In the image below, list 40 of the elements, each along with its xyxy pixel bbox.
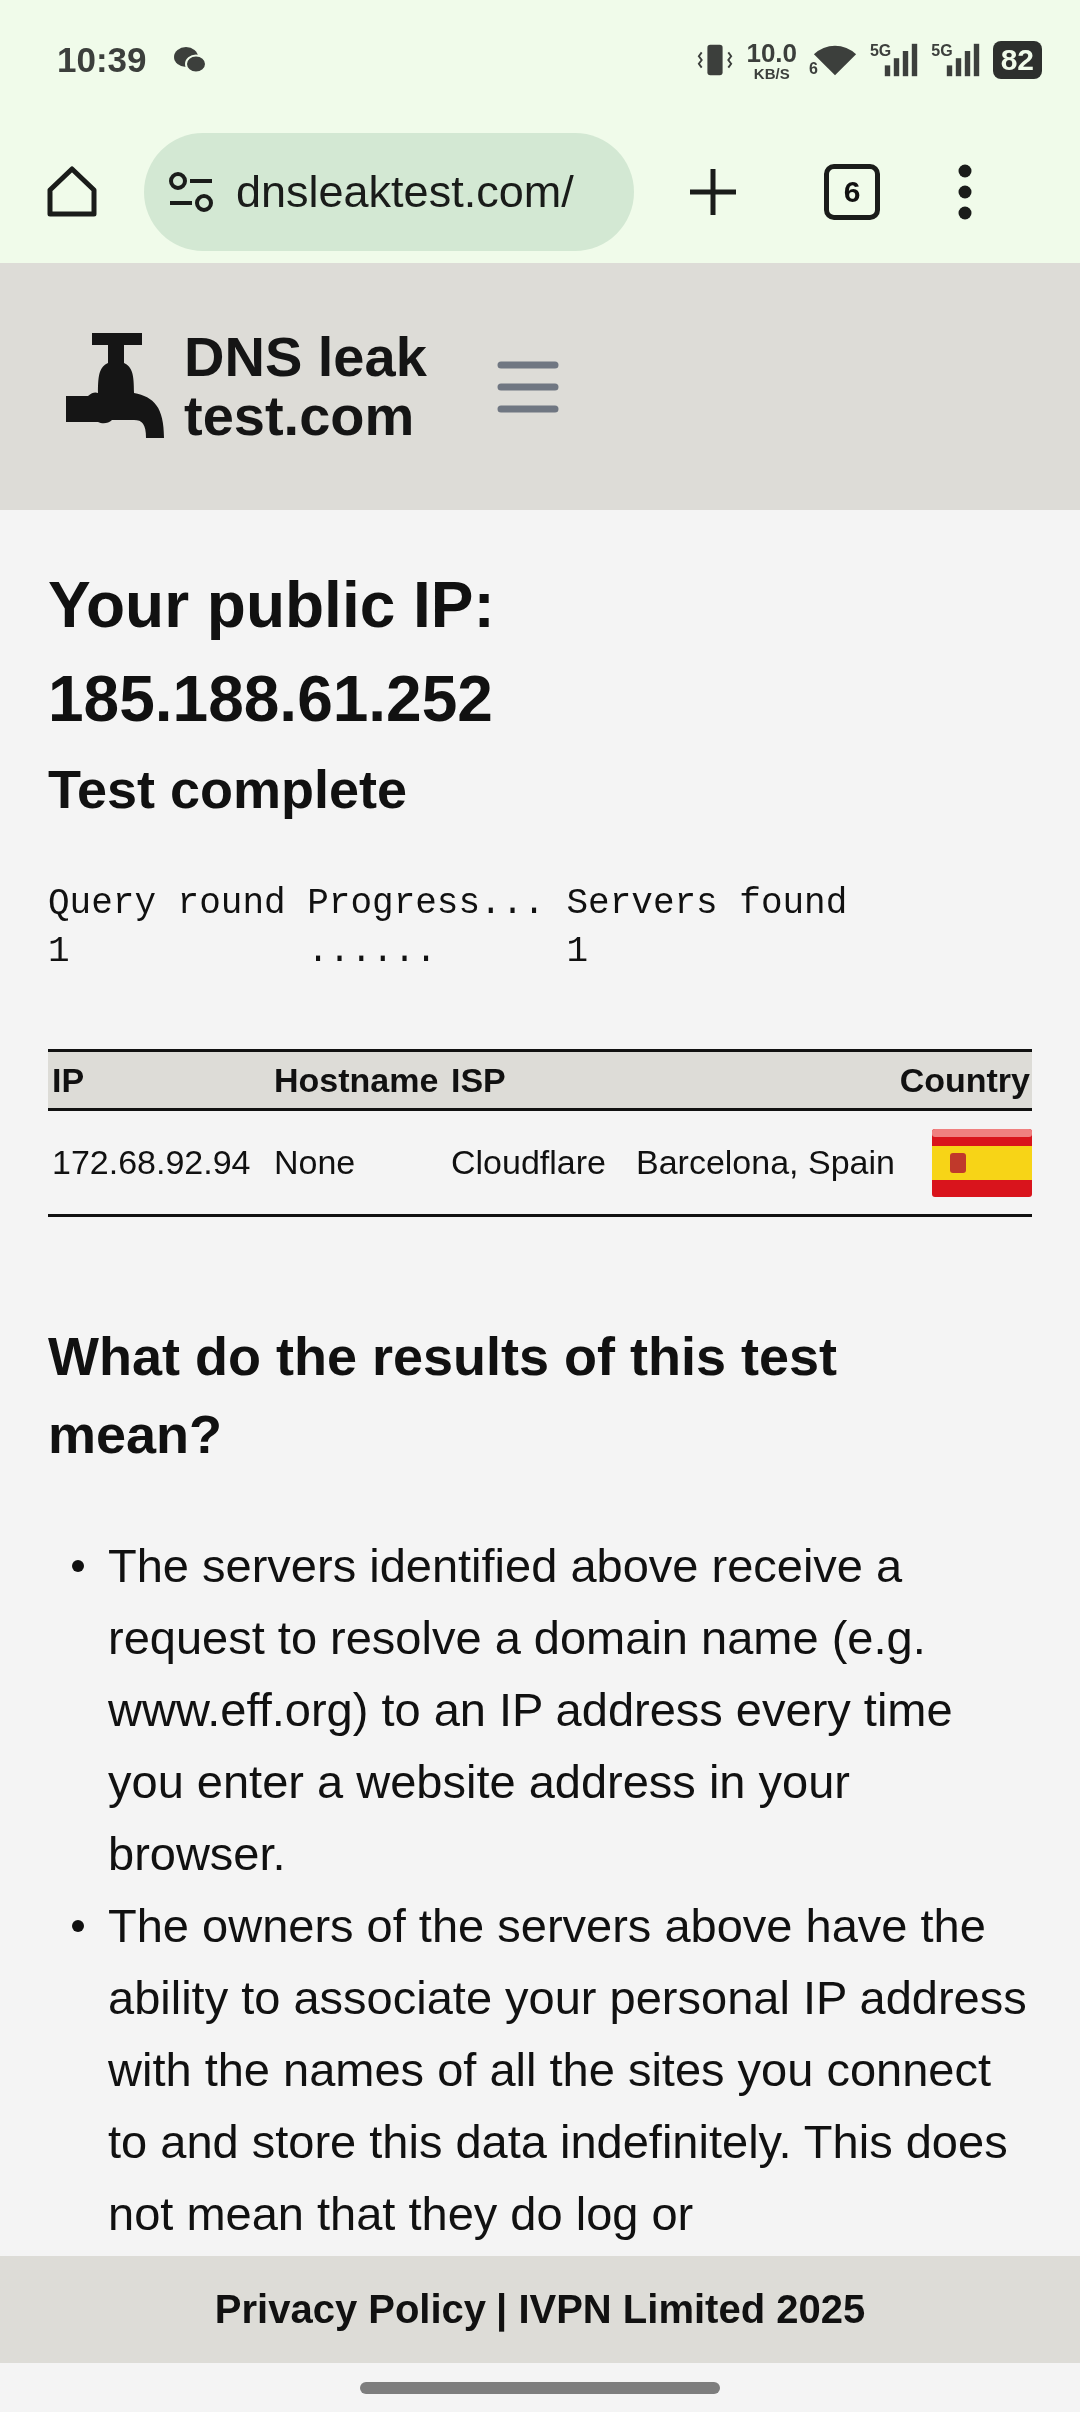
column-header: Hostname [273, 1060, 440, 1100]
logo-text[interactable]: DNS leak [184, 327, 427, 387]
bullet-icon [72, 1920, 84, 1932]
address-bar[interactable]: dnsleaktest.com/ [144, 132, 634, 251]
chat-icon [172, 45, 207, 75]
query-column-label: Progress... [307, 882, 546, 926]
query-value: 1 [48, 930, 71, 974]
column-header: Country [898, 1060, 1031, 1100]
bullet-text: The servers identified above receive a request to resolve a domain name (e.g. www.eff.org) to an IP address every time you enter a website address in your browser. [108, 1538, 954, 1882]
tab-count-button[interactable]: 6 [824, 163, 880, 220]
table-cell-text: None [273, 1143, 357, 1182]
battery-level: 82 [992, 41, 1042, 79]
public-ip-heading: Your public IP: 185.188.61.252 [48, 568, 496, 737]
column-header: IP [51, 1060, 86, 1100]
bullet-text: The owners of the servers above have the ability to associate your personal IP address with the names of all the sites you connect to and store this data indefinitely. This does not mean that they do log or [108, 1898, 1028, 2242]
table-cell-text: 172.68.92.94 [51, 1143, 252, 1182]
menu-icon[interactable] [496, 360, 559, 413]
home-indicator[interactable] [360, 2381, 720, 2394]
test-status: Test complete [48, 758, 409, 821]
section-heading: What do the results of this test mean? [48, 1325, 839, 1466]
new-tab-icon[interactable] [688, 166, 738, 217]
status-time: 10:39 [57, 40, 147, 80]
column-header: ISP [450, 1060, 507, 1100]
wifi-label: 6 [809, 60, 818, 78]
footer-text: | IVPN Limited 2025 [496, 2287, 866, 2332]
query-value: ...... [307, 930, 438, 974]
privacy-policy-link[interactable]: Privacy Policy [214, 2287, 487, 2332]
more-options-icon[interactable] [958, 163, 972, 220]
network-speed-unit: KB/S [753, 65, 790, 81]
query-column-label: Query round [48, 882, 287, 926]
network-speed: 10.0 [746, 39, 798, 66]
signal-label: 5G [869, 42, 892, 60]
flag-icon [932, 1128, 1032, 1197]
bullet-icon [72, 1560, 84, 1572]
query-column-label: Servers found [566, 882, 849, 926]
signal-label: 5G [931, 42, 953, 60]
table-cell-text: Barcelona, Spain [635, 1143, 896, 1182]
table-cell-text: Cloudflare [450, 1143, 607, 1182]
query-value: 1 [566, 930, 590, 974]
logo-text[interactable]: test.com [184, 386, 427, 446]
